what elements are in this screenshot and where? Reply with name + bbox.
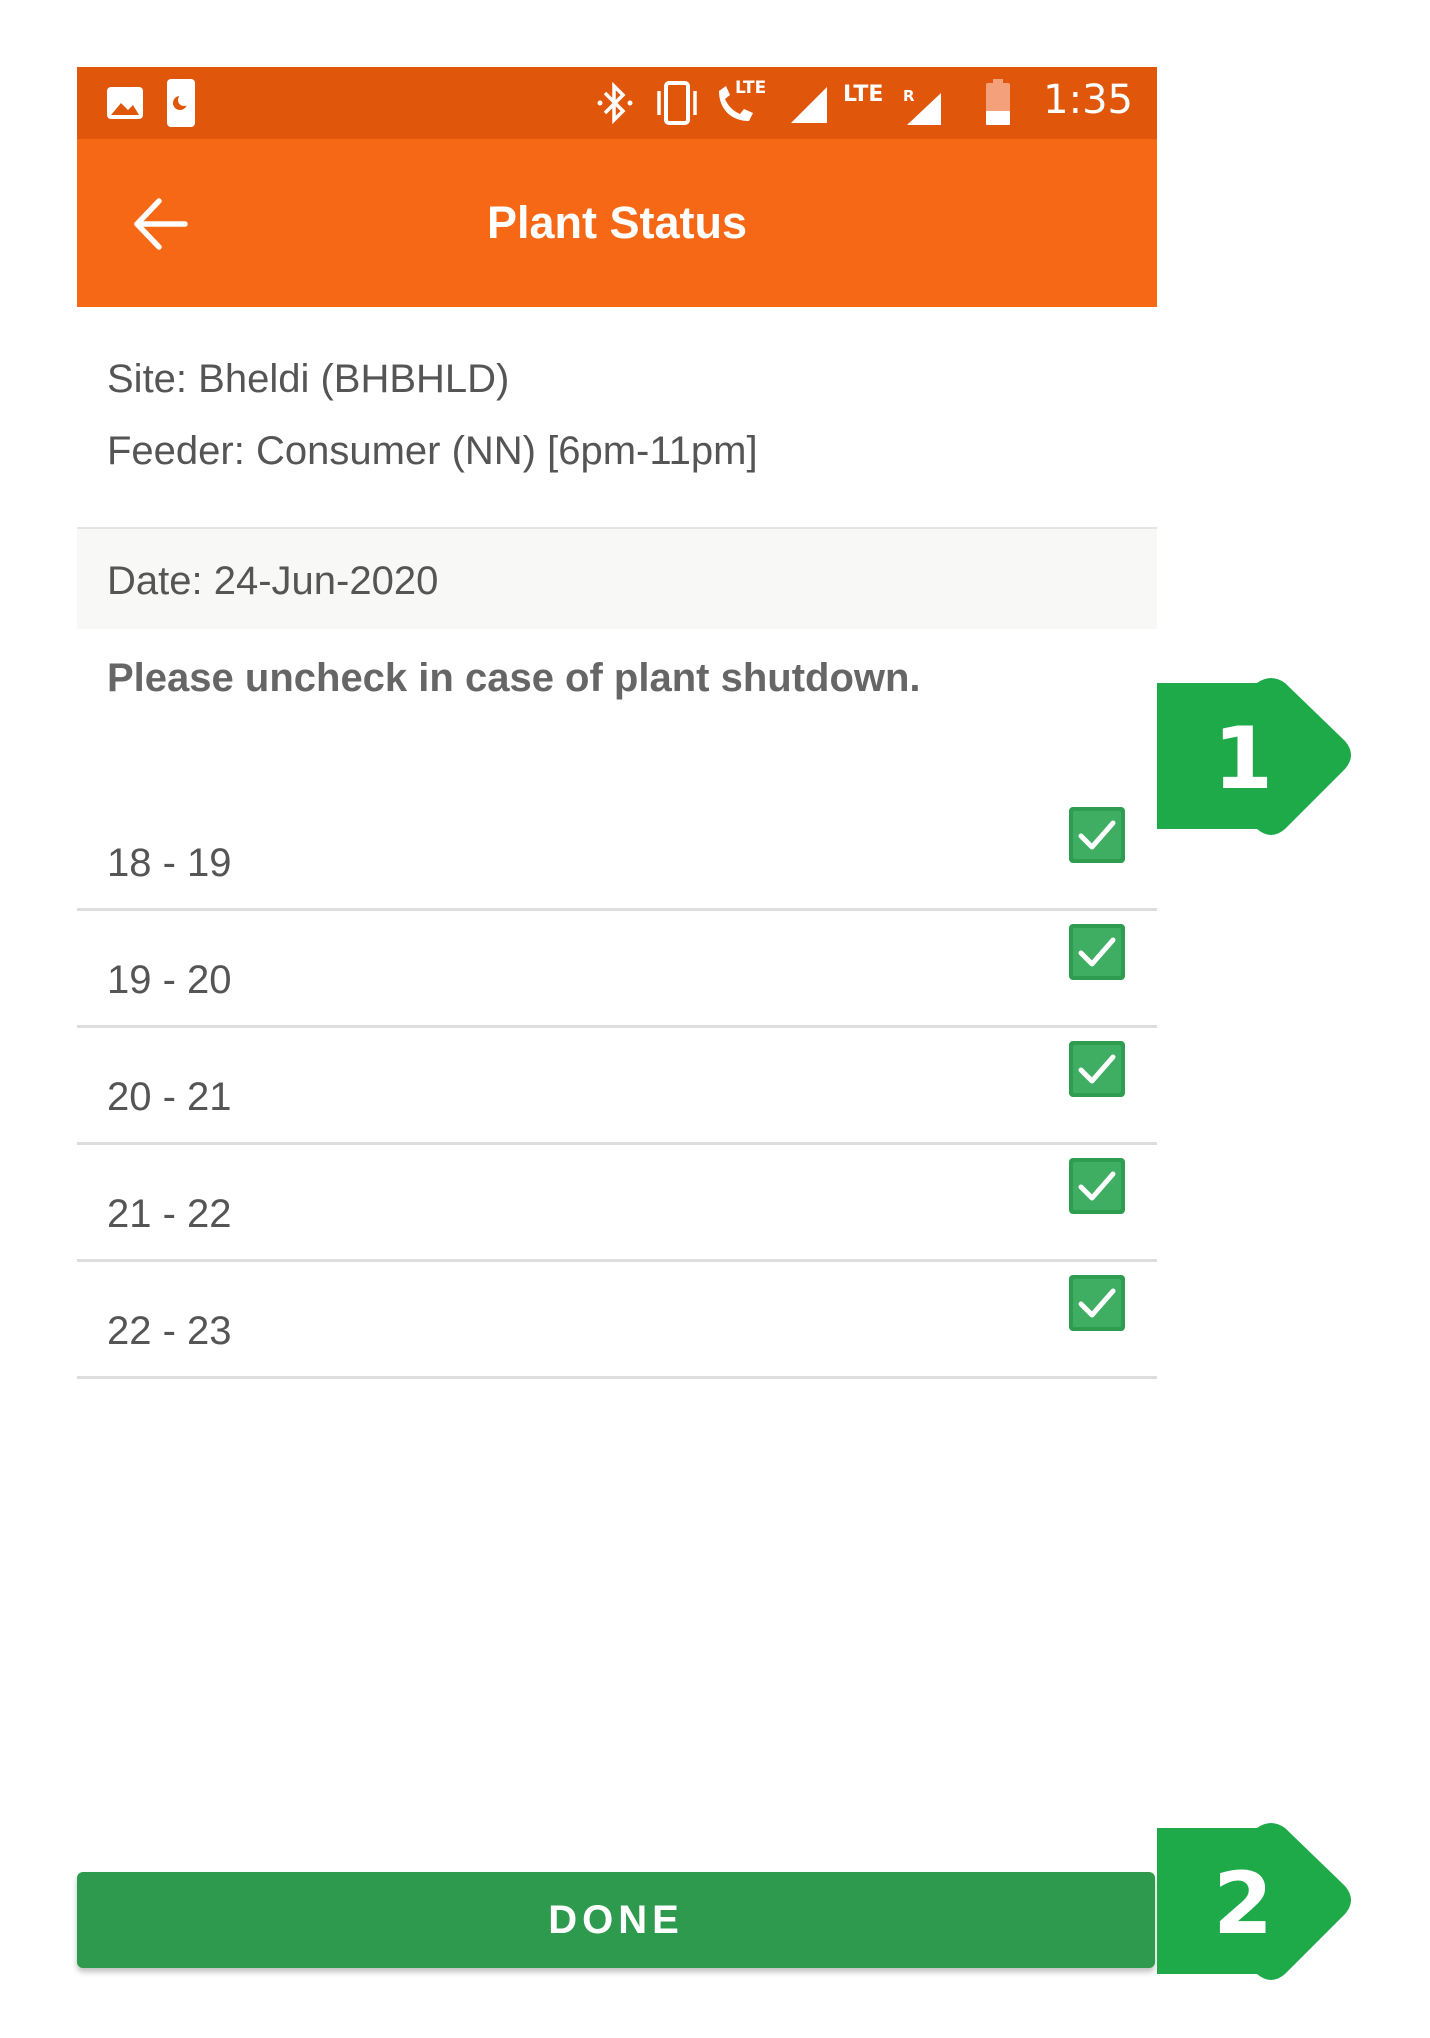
feeder-info: Feeder: Consumer (NN) [6pm-11pm] [107,429,758,473]
done-button-label: DONE [548,1898,684,1942]
status-bar: LTE LTE R 1:35 [77,67,1157,139]
checkmark-icon [1073,1045,1121,1093]
vibrate-icon [652,79,702,131]
checkmark-icon [1073,1162,1121,1210]
date-band: Date: 24-Jun-2020 [77,527,1157,629]
checkmark-icon [1073,928,1121,976]
phone-screen: LTE LTE R 1:35 Plant Status Site: Bheldi… [77,67,1157,2038]
time-slot-label: 22 - 23 [107,1309,232,1353]
instruction-text: Please uncheck in case of plant shutdown… [107,656,921,700]
app-bar: Plant Status [77,139,1157,307]
slot-checkbox[interactable] [1069,1041,1125,1097]
slot-checkbox[interactable] [1069,924,1125,980]
time-slot-label: 20 - 21 [107,1075,232,1119]
moon-sim-icon [165,77,197,133]
time-slot-row[interactable]: 22 - 23 [77,1259,1157,1379]
slot-checkbox[interactable] [1069,1275,1125,1331]
svg-text:LTE: LTE [843,82,883,107]
time-slot-row[interactable]: 20 - 21 [77,1025,1157,1145]
battery-icon [985,79,1011,131]
slot-checkbox[interactable] [1069,807,1125,863]
svg-text:1: 1 [1213,709,1273,809]
time-slot-row[interactable]: 19 - 20 [77,908,1157,1028]
callout-badge-2: 2 [1157,1818,1357,2032]
done-button[interactable]: DONE [77,1872,1155,1968]
status-time: 1:35 [1043,77,1133,123]
time-slot-row[interactable]: 18 - 19 [77,791,1157,911]
checkmark-icon [1073,811,1121,859]
checkmark-icon [1073,1279,1121,1327]
page-title: Plant Status [486,197,748,248]
lte-roaming-signal-icon: LTE R [843,77,953,131]
slot-checkbox[interactable] [1069,1158,1125,1214]
svg-text:2: 2 [1213,1854,1273,1954]
time-slot-label: 18 - 19 [107,841,232,885]
callout-badge-1: 1 [1157,673,1357,887]
time-slot-label: 19 - 20 [107,958,232,1002]
site-info: Site: Bheldi (BHBHLD) [107,357,510,401]
bluetooth-icon [595,81,635,129]
volte-call-icon: LTE [713,75,777,131]
signal-icon [789,85,829,129]
time-slot-row[interactable]: 21 - 22 [77,1142,1157,1262]
svg-text:LTE: LTE [735,78,766,98]
time-slot-label: 21 - 22 [107,1192,232,1236]
image-icon [105,83,145,127]
date-label: Date: 24-Jun-2020 [107,559,439,603]
svg-text:R: R [903,87,915,105]
